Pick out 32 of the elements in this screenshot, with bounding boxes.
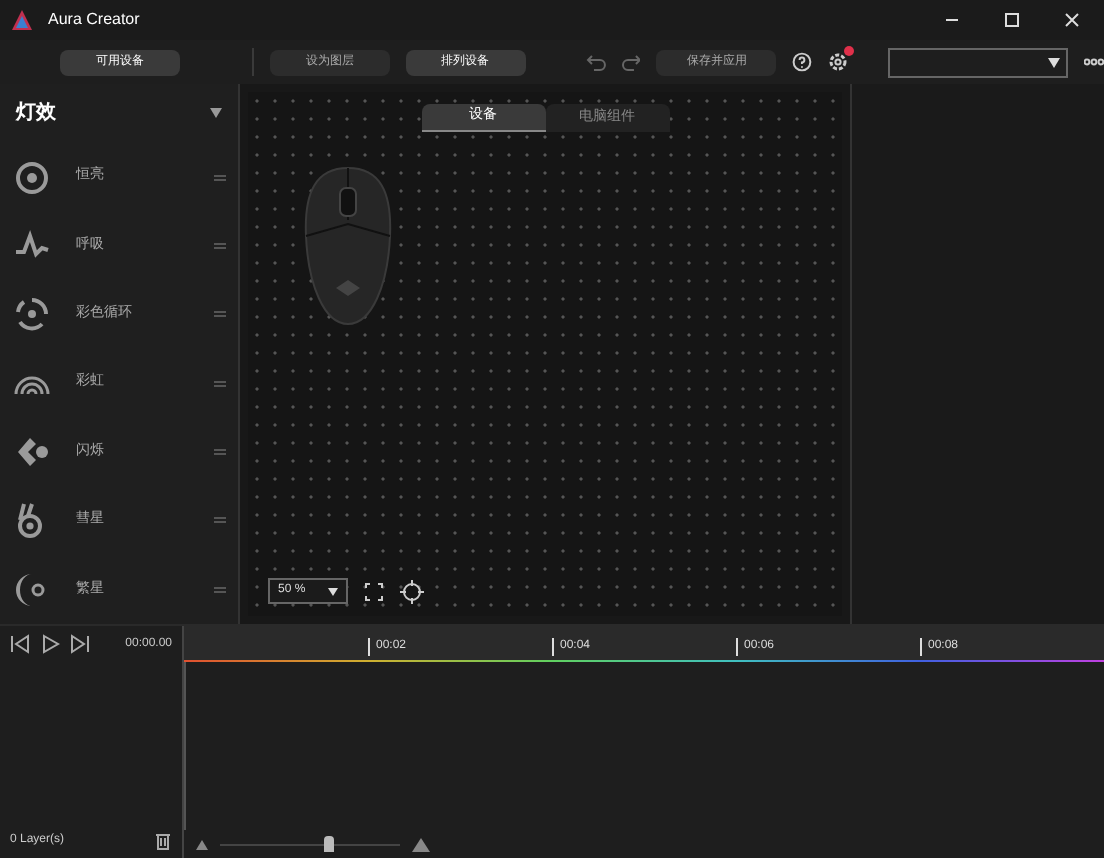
cycle-effect-icon bbox=[12, 294, 52, 335]
static-effect-icon bbox=[12, 157, 52, 198]
fit-screen-icon[interactable] bbox=[364, 581, 384, 601]
crosshair-icon[interactable] bbox=[400, 579, 424, 603]
zoom-in-icon[interactable] bbox=[412, 837, 430, 851]
trash-icon[interactable] bbox=[154, 832, 172, 850]
zoom-out-icon[interactable] bbox=[196, 839, 208, 849]
app-logo-icon bbox=[12, 10, 32, 30]
close-icon[interactable] bbox=[1064, 12, 1080, 28]
undo-icon[interactable] bbox=[585, 52, 605, 72]
maximize-icon[interactable] bbox=[1004, 12, 1020, 28]
drag-handle-icon[interactable] bbox=[214, 241, 226, 250]
more-icon[interactable] bbox=[1084, 58, 1104, 66]
skip-forward-icon[interactable] bbox=[70, 634, 90, 654]
collapse-arrow-icon[interactable] bbox=[210, 108, 222, 119]
window-title: Aura Creator bbox=[48, 8, 140, 32]
slider-thumb[interactable] bbox=[324, 835, 334, 851]
drag-handle-icon[interactable] bbox=[214, 310, 226, 319]
drag-handle-icon[interactable] bbox=[214, 516, 226, 525]
help-icon[interactable] bbox=[792, 52, 813, 72]
drag-handle-icon[interactable] bbox=[214, 448, 226, 457]
settings-icon[interactable] bbox=[828, 52, 849, 72]
dropdown-arrow-icon bbox=[328, 587, 338, 595]
dropdown-arrow-icon bbox=[1048, 57, 1061, 67]
drag-handle-icon[interactable] bbox=[214, 379, 226, 388]
drag-handle-icon[interactable] bbox=[214, 173, 226, 182]
play-icon[interactable] bbox=[40, 634, 60, 654]
redo-icon[interactable] bbox=[621, 52, 641, 72]
panel-title: 灯效 bbox=[16, 99, 56, 129]
device-dropdown[interactable] bbox=[888, 47, 1069, 77]
skip-back-icon[interactable] bbox=[10, 634, 30, 654]
drag-handle-icon[interactable] bbox=[214, 585, 226, 594]
